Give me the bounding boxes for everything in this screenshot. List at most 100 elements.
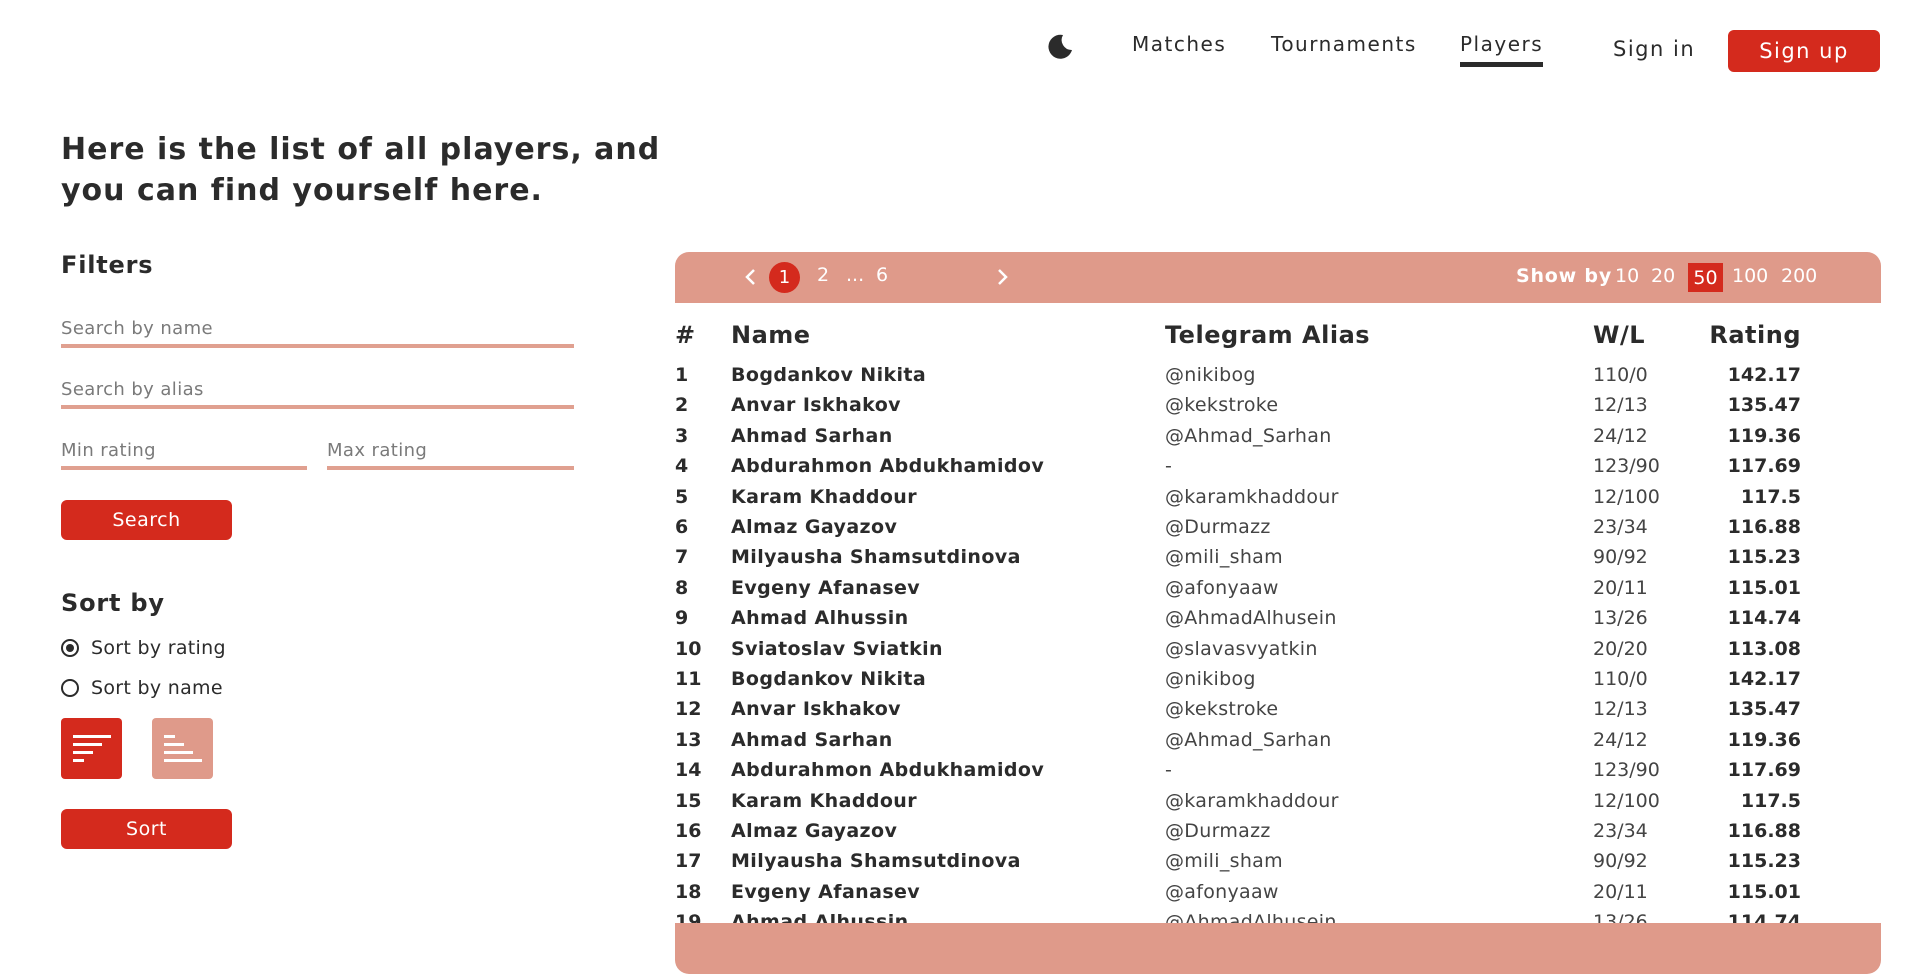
table-row[interactable]: 7 Milyausha Shamsutdinova @mili_sham 90/92 1… [675, 546, 1881, 576]
cell-name: Ahmad Alhussin [731, 607, 909, 630]
table-row[interactable]: 18 Evgeny Afanasev @afonyaaw 20/11 115.01 [675, 881, 1881, 911]
show-by-50[interactable]: 50 [1688, 263, 1723, 292]
cell-rating: 142.17 [1727, 364, 1801, 386]
table-row[interactable]: 1 Bogdankov Nikita @nikibog 110/0 142.17 [675, 364, 1881, 394]
table-row[interactable]: 14 Abdurahmon Abdukhamidov - 123/90 117.69 [675, 759, 1881, 789]
table-row[interactable]: 15 Karam Khaddour @karamkhaddour 12/100 117.… [675, 790, 1881, 820]
cell-wl: 123/90 [1593, 759, 1660, 782]
page-intro: Here is the list of all players, and you… [61, 132, 661, 208]
cell-name: Anvar Iskhakov [731, 698, 901, 721]
sign-in-link[interactable]: Sign in [1613, 37, 1695, 61]
sort-descending-button[interactable] [61, 718, 122, 779]
nav-players[interactable]: Players [1460, 32, 1544, 67]
cell-alias: @Ahmad_Sarhan [1165, 424, 1332, 447]
cell-alias: - [1165, 759, 1173, 782]
sort-by-name-option[interactable]: Sort by name [61, 677, 223, 699]
name-search-field [61, 316, 574, 348]
cell-alias: @karamkhaddour [1165, 485, 1339, 508]
header-name: Name [731, 321, 811, 349]
min-rating-input[interactable] [61, 438, 307, 463]
cell-name: Almaz Gayazov [731, 820, 898, 842]
cell-wl: 20/11 [1593, 576, 1648, 599]
cell-index: 1 [675, 364, 689, 386]
nav-tournaments[interactable]: Tournaments [1271, 32, 1417, 56]
cell-alias: @Durmazz [1165, 820, 1271, 842]
sort-by-rating-label: Sort by rating [91, 637, 226, 659]
chevron-left-icon[interactable] [741, 267, 761, 287]
show-by-10[interactable]: 10 [1615, 265, 1639, 287]
header-index: # [675, 321, 696, 349]
sort-ascending-button[interactable] [152, 718, 213, 779]
cell-alias: @afonyaaw [1165, 576, 1279, 599]
table-row[interactable]: 13 Ahmad Sarhan @Ahmad_Sarhan 24/12 119.36 [675, 729, 1881, 759]
cell-wl: 12/100 [1593, 485, 1660, 508]
cell-rating: 116.88 [1727, 820, 1801, 842]
alias-search-input[interactable] [61, 377, 574, 402]
cell-rating: 115.23 [1727, 850, 1801, 873]
table-row[interactable]: 12 Anvar Iskhakov @kekstroke 12/13 135.47 [675, 698, 1881, 728]
moon-icon[interactable] [1045, 32, 1075, 62]
show-by-200[interactable]: 200 [1781, 265, 1817, 287]
cell-rating: 115.01 [1727, 576, 1801, 599]
cell-alias: @kekstroke [1165, 698, 1279, 721]
table-row[interactable]: 8 Evgeny Afanasev @afonyaaw 20/11 115.01 [675, 577, 1881, 607]
header-alias: Telegram Alias [1165, 321, 1371, 349]
cell-index: 2 [675, 394, 689, 417]
sort-by-rating-option[interactable]: Sort by rating [61, 637, 226, 659]
cell-index: 12 [675, 698, 702, 721]
page-2[interactable]: 2 [817, 264, 829, 286]
cell-rating: 114.74 [1727, 607, 1801, 630]
cell-name: Evgeny Afanasev [731, 576, 921, 599]
table-row[interactable]: 2 Anvar Iskhakov @kekstroke 12/13 135.47 [675, 394, 1881, 424]
alias-search-field [61, 377, 574, 409]
table-row[interactable]: 6 Almaz Gayazov @Durmazz 23/34 116.88 [675, 516, 1881, 546]
table-row[interactable]: 5 Karam Khaddour @karamkhaddour 12/100 117.5 [675, 486, 1881, 516]
header-rating: Rating [1709, 321, 1801, 349]
sort-descending-icon [73, 735, 111, 762]
show-by-20[interactable]: 20 [1651, 265, 1675, 287]
cell-rating: 113.08 [1727, 637, 1801, 660]
cell-wl: 23/34 [1593, 516, 1648, 538]
cell-index: 11 [675, 668, 702, 690]
page-ellipsis: ... [846, 264, 865, 286]
cell-name: Abdurahmon Abdukhamidov [731, 759, 1045, 782]
sort-by-rating-radio[interactable] [61, 639, 79, 657]
cell-name: Ahmad Sarhan [731, 424, 893, 447]
sort-title: Sort by [61, 589, 165, 617]
table-row[interactable]: 10 Sviatoslav Sviatkin @slavasvyatkin 20/20… [675, 638, 1881, 668]
page-last[interactable]: 6 [876, 264, 888, 286]
cell-rating: 135.47 [1727, 698, 1801, 721]
cell-wl: 24/12 [1593, 728, 1648, 751]
table-row[interactable]: 9 Ahmad Alhussin @AhmadAlhusein 13/26 114.74 [675, 607, 1881, 637]
cell-wl: 90/92 [1593, 546, 1648, 569]
cell-rating: 115.01 [1727, 880, 1801, 903]
cell-rating: 116.88 [1727, 516, 1801, 538]
cell-rating: 142.17 [1727, 668, 1801, 690]
table-row[interactable]: 11 Bogdankov Nikita @nikibog 110/0 142.17 [675, 668, 1881, 698]
sign-up-button[interactable]: Sign up [1728, 30, 1880, 72]
table-row[interactable]: 4 Abdurahmon Abdukhamidov - 123/90 117.69 [675, 455, 1881, 485]
nav-matches[interactable]: Matches [1132, 32, 1226, 56]
cell-index: 10 [675, 637, 702, 660]
cell-name: Karam Khaddour [731, 789, 917, 812]
max-rating-field [327, 438, 574, 470]
sort-by-name-radio[interactable] [61, 679, 79, 697]
table-footer-bar [675, 923, 1881, 974]
sort-ascending-icon [164, 735, 202, 762]
table-row[interactable]: 3 Ahmad Sarhan @Ahmad_Sarhan 24/12 119.36 [675, 425, 1881, 455]
chevron-right-icon[interactable] [992, 267, 1012, 287]
table-row[interactable]: 16 Almaz Gayazov @Durmazz 23/34 116.88 [675, 820, 1881, 850]
sort-button[interactable]: Sort [61, 809, 232, 849]
name-search-input[interactable] [61, 316, 574, 341]
players-table: # Name Telegram Alias W/L Rating 1 Bogdan… [675, 303, 1881, 924]
search-button[interactable]: Search [61, 500, 232, 540]
table-row[interactable]: 17 Milyausha Shamsutdinova @mili_sham 90/92… [675, 850, 1881, 880]
cell-index: 18 [675, 880, 702, 903]
show-by-100[interactable]: 100 [1732, 265, 1768, 287]
cell-index: 7 [675, 546, 689, 569]
cell-wl: 110/0 [1593, 364, 1648, 386]
max-rating-input[interactable] [327, 438, 574, 463]
cell-name: Bogdankov Nikita [731, 364, 927, 386]
page-current[interactable]: 1 [769, 262, 800, 293]
cell-wl: 20/11 [1593, 880, 1648, 903]
